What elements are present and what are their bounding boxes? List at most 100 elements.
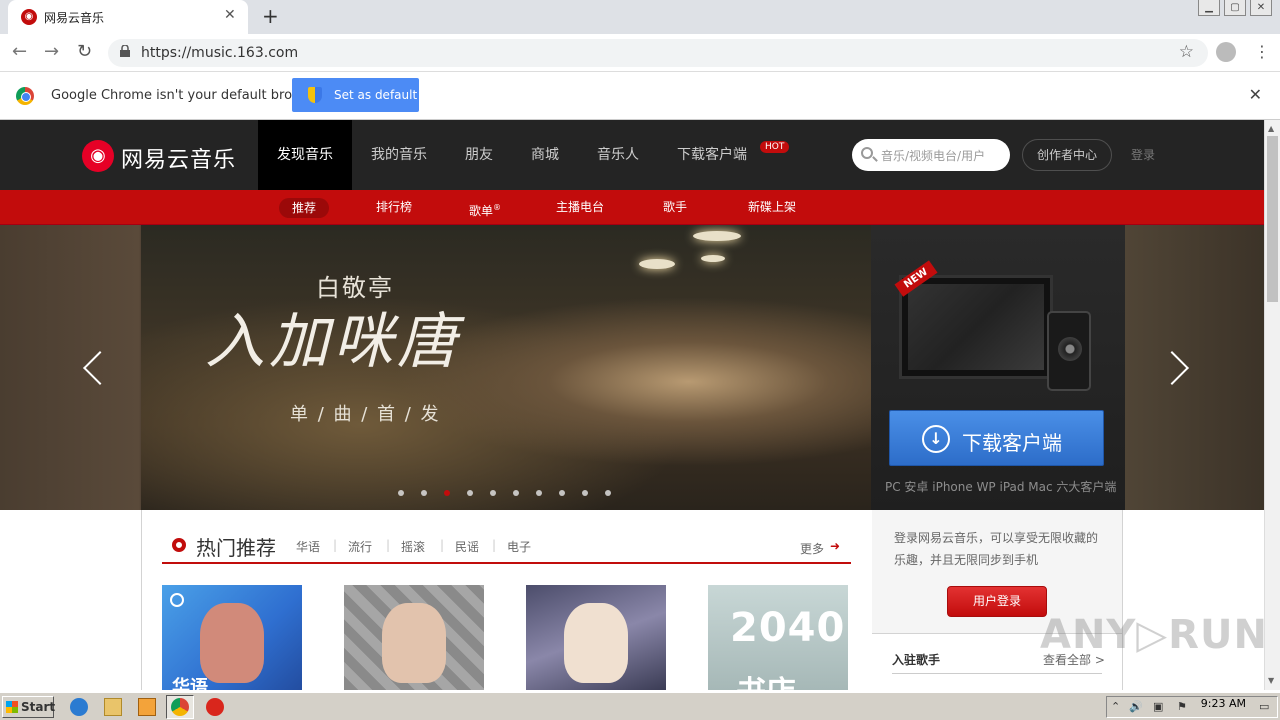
url-text: https://music.163.com	[141, 45, 299, 61]
tag-mandarin[interactable]: 华语	[296, 538, 320, 555]
download-client-button[interactable]: ↓ 下载客户端	[889, 410, 1104, 466]
bookmark-star-icon[interactable]: ☆	[1179, 42, 1194, 62]
scroll-thumb[interactable]	[1267, 136, 1278, 302]
lamp-decoration	[639, 259, 675, 269]
hot-recommend-icon	[172, 538, 186, 552]
user-login-button[interactable]: 用户登录	[947, 586, 1047, 617]
start-button[interactable]: Start	[2, 696, 55, 718]
search-placeholder: 音乐/视频电台/用户	[881, 149, 986, 163]
chrome-icon	[171, 698, 189, 716]
profile-avatar[interactable]	[1216, 42, 1236, 62]
scroll-up-icon[interactable]: ▲	[1268, 124, 1274, 133]
ie-icon[interactable]	[70, 698, 88, 716]
banner-carousel: 白敬亭 入加咪唐 单 / 曲 / 首 / 发 NEW ↓ 下载客户端 PC 安卓…	[0, 225, 1264, 510]
carousel-dot[interactable]	[559, 490, 565, 496]
hot-recommend-title[interactable]: 热门推荐	[196, 532, 276, 561]
login-prompt-text: 登录网易云音乐，可以享受无限收藏的乐趣，并且无限同步到手机	[894, 531, 1099, 567]
media-player-icon[interactable]	[138, 698, 156, 716]
anyrun-watermark: ANY▷RUN	[1040, 612, 1268, 658]
tag-rock[interactable]: 摇滚	[401, 538, 425, 555]
scroll-down-icon[interactable]: ▼	[1268, 676, 1274, 685]
banner-next-arrow-icon[interactable]	[1168, 350, 1188, 386]
creator-center-button[interactable]: 创作者中心	[1022, 139, 1112, 171]
reload-icon[interactable]: ↻	[77, 41, 92, 62]
netease-logo-icon[interactable]: ◉	[82, 140, 114, 172]
nav-download-client[interactable]: 下载客户端	[658, 120, 766, 190]
cover-portrait	[200, 603, 264, 683]
set-as-default-button[interactable]: Set as default	[292, 78, 419, 112]
shield-icon	[308, 87, 322, 103]
infobar-message: Google Chrome isn't your default browser	[51, 88, 323, 103]
more-arrow-icon[interactable]: ➜	[830, 539, 840, 553]
tab-close-icon[interactable]: ✕	[224, 7, 236, 23]
volume-icon[interactable]: 🔊	[1129, 700, 1143, 713]
playlist-card[interactable]: 2040 书店	[708, 585, 848, 690]
carousel-dot[interactable]	[536, 490, 542, 496]
registered-mark: ®	[493, 203, 502, 212]
taskbar-clock: 9:23 AM	[1200, 697, 1246, 710]
cover-portrait	[564, 603, 628, 683]
carousel-dot[interactable]	[421, 490, 427, 496]
network-icon[interactable]: ▣	[1153, 700, 1163, 713]
tag-separator: |	[492, 538, 497, 552]
nav-mall[interactable]: 商城	[512, 120, 578, 190]
desktop-client-illustration	[899, 275, 1053, 379]
nav-friends[interactable]: 朋友	[446, 120, 512, 190]
tag-folk[interactable]: 民谣	[455, 538, 479, 555]
browser-tab[interactable]: ◉ 网易云音乐 ✕	[8, 0, 248, 34]
tray-expand-icon[interactable]: ⌃	[1111, 700, 1120, 713]
minimize-button[interactable]: ▁	[1198, 0, 1220, 16]
chrome-logo-icon	[16, 87, 34, 105]
page-scrollbar[interactable]: ▲ ▼	[1264, 120, 1280, 690]
subnav-new-albums[interactable]: 新碟上架	[748, 190, 796, 225]
carousel-dot[interactable]	[513, 490, 519, 496]
banner-prev-arrow-icon[interactable]	[84, 350, 104, 386]
site-logo-text[interactable]: 网易云音乐	[121, 142, 236, 174]
opera-icon[interactable]	[206, 698, 224, 716]
maximize-button[interactable]: ▢	[1224, 0, 1246, 16]
download-client-panel: NEW ↓ 下载客户端 PC 安卓 iPhone WP iPad Mac 六大客…	[871, 225, 1125, 510]
carousel-dot[interactable]	[605, 490, 611, 496]
card-cover-text: 书店	[736, 667, 796, 690]
forward-arrow-icon[interactable]: →	[44, 41, 59, 62]
carousel-dot[interactable]	[582, 490, 588, 496]
download-arrow-icon: ↓	[922, 425, 950, 453]
more-link[interactable]: 更多	[800, 540, 824, 557]
playlist-card[interactable]: 华语	[162, 585, 302, 690]
carousel-dot[interactable]	[398, 490, 404, 496]
carousel-dot[interactable]	[490, 490, 496, 496]
carousel-dot[interactable]	[467, 490, 473, 496]
folder-icon[interactable]	[104, 698, 122, 716]
subnav-charts[interactable]: 排行榜	[376, 190, 412, 225]
nav-musician[interactable]: 音乐人	[578, 120, 658, 190]
tag-separator: |	[333, 538, 338, 552]
address-bar[interactable]: https://music.163.com ☆	[108, 39, 1208, 67]
subnav-artists[interactable]: 歌手	[663, 190, 687, 225]
subnav-recommend[interactable]: 推荐	[279, 198, 330, 218]
tag-pop[interactable]: 流行	[348, 538, 372, 555]
new-tab-button[interactable]: +	[262, 4, 279, 28]
flag-icon[interactable]: ⚑	[1177, 700, 1187, 713]
subnav-playlists[interactable]: 歌单®	[469, 190, 501, 225]
nav-my-music[interactable]: 我的音乐	[352, 120, 446, 190]
netease-favicon-icon: ◉	[21, 9, 37, 25]
back-arrow-icon[interactable]: ←	[12, 41, 27, 62]
tag-electronic[interactable]: 电子	[507, 538, 531, 555]
windows-taskbar: Start ⌃ 🔊 ▣ ⚑ ▭ 9:23 AM	[0, 692, 1280, 720]
show-desktop-icon[interactable]: ▭	[1259, 700, 1269, 713]
close-window-button[interactable]: ✕	[1250, 0, 1272, 16]
playlist-card[interactable]	[344, 585, 484, 690]
card-cover-text: 2040	[730, 605, 846, 651]
menu-kebab-icon[interactable]: ⋮	[1254, 42, 1270, 61]
chrome-taskbar-button[interactable]	[166, 695, 194, 719]
tab-title: 网易云音乐	[44, 11, 105, 25]
disc-icon	[1058, 337, 1082, 361]
site-search-input[interactable]: 音乐/视频电台/用户	[852, 139, 1010, 171]
infobar-close-icon[interactable]: ✕	[1249, 85, 1262, 104]
carousel-dot[interactable]	[444, 490, 450, 496]
subnav-radio[interactable]: 主播电台	[556, 190, 604, 225]
nav-discover-music[interactable]: 发现音乐	[258, 120, 352, 190]
login-link[interactable]: 登录	[1131, 146, 1155, 163]
phone-illustration	[1047, 311, 1091, 391]
playlist-card[interactable]	[526, 585, 666, 690]
